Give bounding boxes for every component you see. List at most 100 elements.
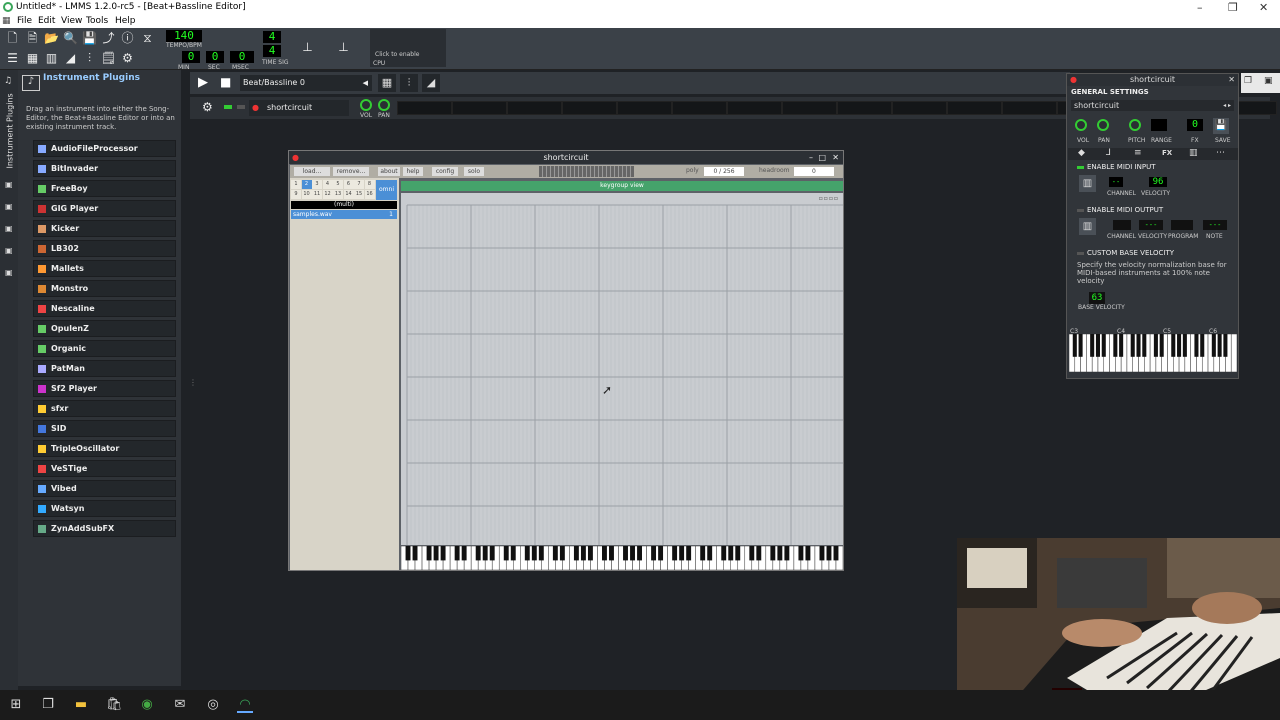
root-directory-icon[interactable]: ▣	[5, 268, 13, 277]
my-presets-icon[interactable]: ▣	[5, 224, 13, 233]
track-name-button[interactable]: ● shortcircuit	[249, 100, 349, 116]
automation-icon[interactable]: ◢	[63, 51, 78, 66]
inst-pan-knob[interactable]	[1097, 119, 1109, 131]
pattern-step-block[interactable]	[562, 101, 617, 115]
pattern-step-block[interactable]	[837, 101, 892, 115]
sc-keygroup-grid[interactable]: ▫▫▫▫	[401, 193, 843, 545]
inst-preset-arrows-icon[interactable]: ◂ ▸	[1223, 100, 1231, 111]
track-mute-led[interactable]	[224, 105, 232, 109]
inst-range-display[interactable]	[1151, 119, 1167, 131]
my-samples-icon[interactable]: ▣	[5, 202, 13, 211]
plugin-item[interactable]: PatMan	[33, 360, 176, 377]
sc-config-button[interactable]: config	[432, 167, 458, 176]
maximize-icon[interactable]: ❐	[1228, 1, 1238, 14]
mail-icon[interactable]: ✉	[172, 697, 188, 713]
track-volume-knob[interactable]	[360, 99, 372, 111]
sc-headroom-value[interactable]: 0	[794, 167, 834, 176]
sc-channel-button[interactable]: 9	[291, 190, 301, 199]
track-pan-knob[interactable]	[378, 99, 390, 111]
lmms-taskbar-icon[interactable]: ◠	[237, 697, 253, 713]
inst-name-field[interactable]: shortcircuit ◂ ▸	[1071, 100, 1234, 111]
sc-zoom-icons[interactable]: ▫▫▫▫	[819, 195, 839, 202]
menu-edit[interactable]: Edit	[38, 16, 55, 26]
mdi-tile-icon[interactable]: ▣	[1264, 76, 1273, 86]
plugin-item[interactable]: Mallets	[33, 260, 176, 277]
pattern-selector[interactable]: Beat/Bassline 0 ◀	[240, 75, 372, 91]
track-solo-led[interactable]	[237, 105, 245, 109]
sc-omni-button[interactable]: omni	[376, 180, 397, 200]
tab-envelope-icon[interactable]: ◆	[1078, 148, 1085, 158]
tab-functions-icon[interactable]: ⅃	[1106, 148, 1111, 158]
minimize-icon[interactable]: –	[1197, 1, 1203, 14]
plugin-item[interactable]: VeSTige	[33, 460, 176, 477]
instrument-plugins-tab[interactable]: Instrument Plugins	[6, 93, 15, 168]
panel-splitter[interactable]: ⋮	[189, 378, 197, 387]
pattern-step-block[interactable]	[782, 101, 837, 115]
plugin-item[interactable]: Monstro	[33, 280, 176, 297]
pattern-step-block[interactable]	[507, 101, 562, 115]
tab-plugin-icon[interactable]: ≡	[1134, 148, 1142, 158]
midi-output-note[interactable]: ---	[1203, 220, 1227, 230]
sc-channel-button[interactable]: 10	[301, 190, 312, 199]
plugin-item[interactable]: LB302	[33, 240, 176, 257]
midi-output-channel[interactable]	[1113, 220, 1131, 230]
tab-misc-icon[interactable]: ⋯	[1216, 148, 1225, 158]
timesig-numerator[interactable]: 4	[263, 31, 281, 43]
plugin-item[interactable]: SID	[33, 420, 176, 437]
add-steps-icon[interactable]: ◢	[422, 74, 440, 92]
plugin-item[interactable]: sfxr	[33, 400, 176, 417]
bb-editor-icon[interactable]: ▦	[25, 51, 40, 66]
inst-pitch-knob[interactable]	[1129, 119, 1141, 131]
sc-channel-button[interactable]: 16	[364, 190, 375, 199]
task-view-icon[interactable]: ❐	[40, 697, 56, 713]
sc-close-icon[interactable]: ✕	[832, 151, 839, 164]
new-template-icon[interactable]: 🗎	[25, 31, 40, 46]
close-icon[interactable]: ✕	[1259, 1, 1268, 14]
plugin-item[interactable]: OpulenZ	[33, 320, 176, 337]
start-icon[interactable]: ⊞	[8, 697, 24, 713]
save-icon[interactable]: 💾	[82, 31, 97, 46]
base-velocity-led[interactable]	[1077, 252, 1084, 255]
menu-help[interactable]: Help	[115, 16, 136, 26]
info-icon[interactable]: ⓘ	[120, 31, 135, 46]
sc-channel-button[interactable]: 11	[312, 190, 322, 199]
plugin-item[interactable]: Organic	[33, 340, 176, 357]
plugin-item[interactable]: Nescaline	[33, 300, 176, 317]
sc-channel-button[interactable]: 7	[354, 180, 364, 189]
stop-icon[interactable]: ■	[220, 75, 231, 89]
pattern-step-block[interactable]	[947, 101, 1002, 115]
midi-input-device-icon[interactable]: ▥	[1079, 175, 1096, 192]
midi-output-program[interactable]	[1171, 220, 1193, 230]
tab-fx[interactable]: FX	[1162, 149, 1172, 157]
plugin-item[interactable]: TripleOscillator	[33, 440, 176, 457]
inst-close-icon[interactable]: ✕	[1228, 74, 1235, 86]
plugin-item[interactable]: Sf2 Player	[33, 380, 176, 397]
menu-file[interactable]: File	[17, 16, 32, 26]
master-volume-icon[interactable]: ⊥	[300, 40, 315, 55]
project-notes-icon[interactable]: 🗒	[101, 51, 116, 66]
chrome-icon[interactable]: ◉	[139, 697, 155, 713]
menu-view[interactable]: View	[61, 16, 82, 26]
plugin-item[interactable]: Kicker	[33, 220, 176, 237]
master-pitch-icon[interactable]: ⊥	[336, 40, 351, 55]
midi-output-led[interactable]	[1077, 209, 1084, 212]
sc-keyboard[interactable]	[401, 546, 843, 570]
sc-load-button[interactable]: load...	[294, 167, 330, 176]
sc-channel-button[interactable]: 14	[343, 190, 354, 199]
sc-channel-button[interactable]: 4	[322, 180, 333, 189]
midi-output-velocity[interactable]: ---	[1139, 220, 1163, 230]
midi-output-device-icon[interactable]: ▥	[1079, 218, 1096, 235]
sc-channel-button[interactable]: 2	[301, 180, 312, 189]
mixer-icon[interactable]: ⫶	[82, 51, 97, 66]
sc-channel-button[interactable]: 13	[333, 190, 343, 199]
song-editor-icon[interactable]: ☰	[5, 51, 20, 66]
pattern-step-block[interactable]	[727, 101, 782, 115]
sc-solo-button[interactable]: solo	[464, 167, 484, 176]
piano-roll-icon[interactable]: ▥	[44, 51, 59, 66]
sc-keygroup-tab[interactable]: keygroup view	[401, 181, 843, 191]
sc-about-button[interactable]: about	[378, 167, 400, 176]
midi-input-velocity[interactable]: 96	[1149, 177, 1167, 187]
plugin-item[interactable]: GIG Player	[33, 200, 176, 217]
plugin-item[interactable]: ZynAddSubFX	[33, 520, 176, 537]
plugin-item[interactable]: FreeBoy	[33, 180, 176, 197]
